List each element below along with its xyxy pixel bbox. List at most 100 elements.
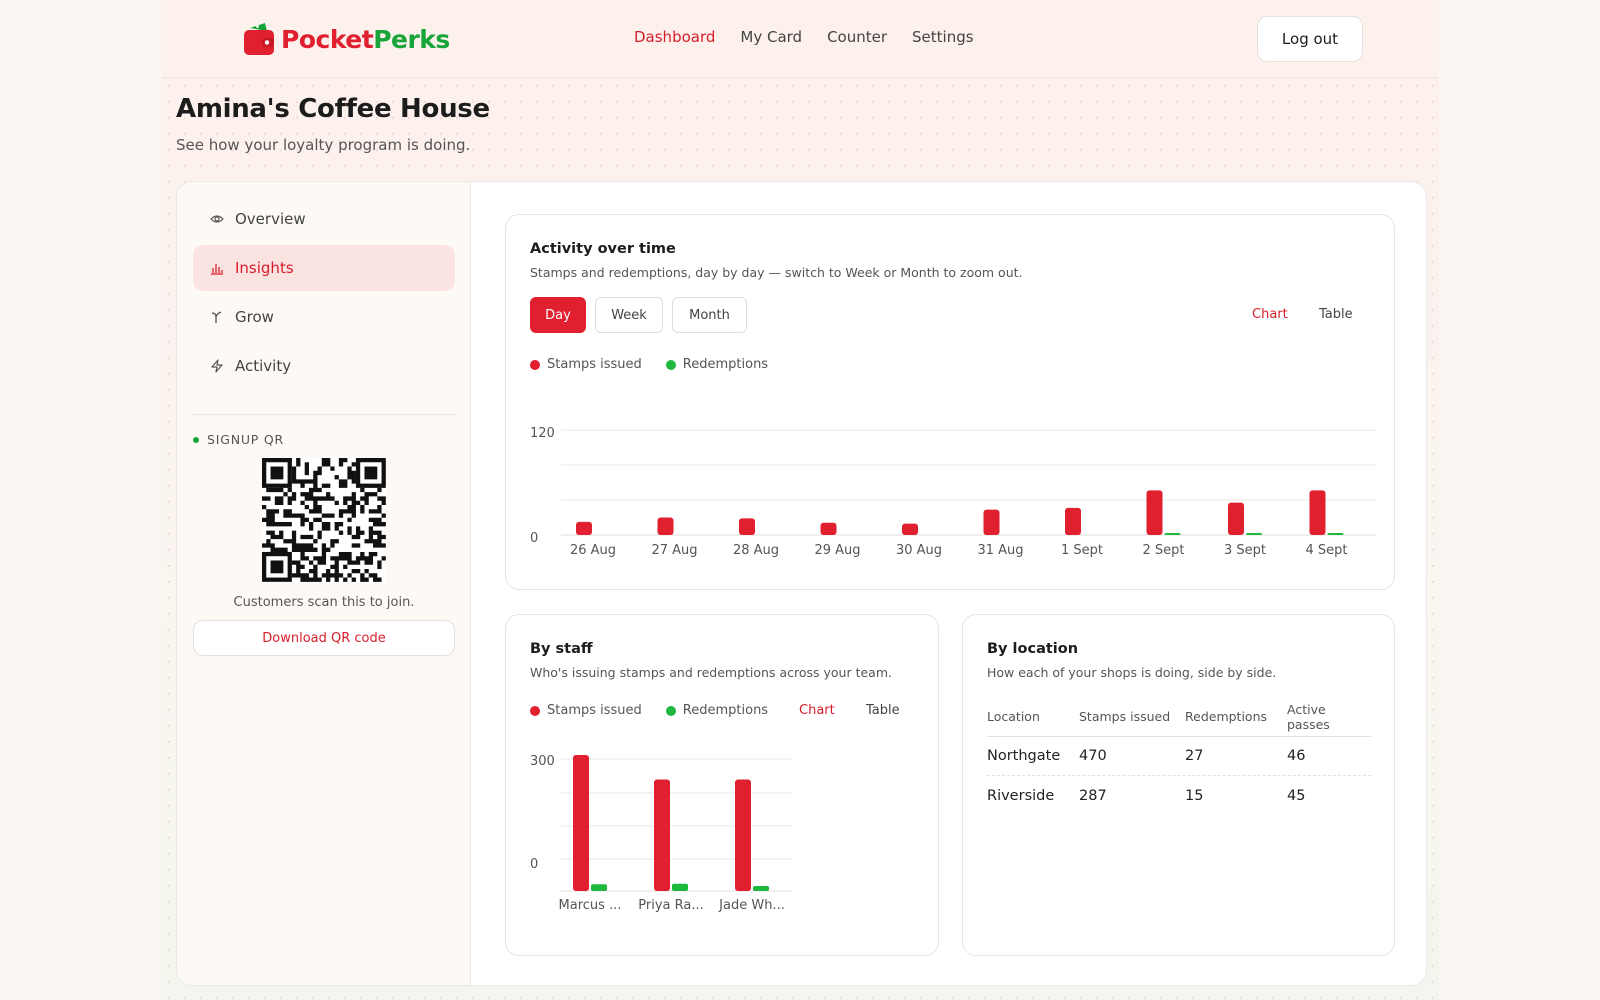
legend-label: Redemptions xyxy=(682,357,769,372)
legend-swatch xyxy=(530,705,540,716)
staff-panel: By staff Who's issuing stamps and redemp… xyxy=(505,614,939,956)
sidebar-item-activity[interactable]: Activity xyxy=(193,343,455,389)
redemptions-bar xyxy=(1164,533,1181,535)
sidebar-item-overview[interactable]: Overview xyxy=(193,196,455,242)
activity-title: Activity over time xyxy=(530,241,676,257)
x-tick-label: Jade Wh... xyxy=(718,898,785,913)
x-tick-label: 30 Aug xyxy=(896,543,942,558)
range-month-button[interactable]: Month xyxy=(672,297,747,333)
legend-label: Stamps issued xyxy=(547,357,642,372)
qr-code xyxy=(262,458,386,582)
activity-legend: Stamps issued Redemptions xyxy=(530,357,768,372)
stamps-bar xyxy=(1309,490,1326,535)
location-table: Location Stamps issued Redemptions Activ… xyxy=(987,697,1371,815)
stamps-bar xyxy=(739,518,755,535)
bar-chart-icon xyxy=(209,260,225,276)
x-tick-label: 26 Aug xyxy=(570,543,616,558)
stamps-bar xyxy=(1228,502,1244,535)
cell-active-passes: 45 xyxy=(1287,787,1306,804)
redemptions-bar xyxy=(591,884,607,891)
table-row: Northgate 470 27 46 xyxy=(987,737,1371,776)
activity-panel: Activity over time Stamps and redemption… xyxy=(505,214,1395,590)
signup-qr-label: SIGNUP QR xyxy=(193,432,284,447)
stamps-bar xyxy=(735,779,751,891)
sidebar-item-label: Insights xyxy=(235,259,294,277)
staff-legend: Stamps issued Redemptions xyxy=(530,703,768,718)
stamps-bar xyxy=(1146,490,1163,535)
table-row: Riverside 287 15 45 xyxy=(987,776,1371,815)
column-header: Active passes xyxy=(1287,701,1330,732)
sidebar-item-insights[interactable]: Insights xyxy=(193,245,455,291)
cell-stamps: 287 xyxy=(1079,787,1107,804)
sidebar-item-grow[interactable]: Grow xyxy=(193,294,455,340)
cell-active-passes: 46 xyxy=(1287,748,1306,764)
legend-label: Stamps issued xyxy=(547,703,642,718)
brand-logo[interactable]: PocketPerks xyxy=(243,22,450,56)
staff-table-toggle[interactable]: Table xyxy=(866,703,900,718)
staff-chart-toggle[interactable]: Chart xyxy=(799,703,835,718)
legend-swatch xyxy=(530,359,540,370)
qr-finder xyxy=(270,560,284,574)
column-header: Redemptions xyxy=(1185,709,1268,724)
sidebar-divider xyxy=(193,414,455,415)
range-week-button[interactable]: Week xyxy=(595,297,663,333)
x-tick-label: Marcus ... xyxy=(559,898,622,913)
sidebar-item-label: Grow xyxy=(235,308,274,326)
sprout-icon xyxy=(209,309,225,325)
stamps-bar xyxy=(1065,507,1081,535)
nav-my-card[interactable]: My Card xyxy=(740,28,802,46)
activity-subtitle: Stamps and redemptions, day by day — swi… xyxy=(530,265,1023,280)
legend-redemptions: Redemptions xyxy=(665,703,769,718)
stamps-bar xyxy=(820,522,837,535)
redemptions-bar xyxy=(753,886,769,891)
cell-location: Northgate xyxy=(987,748,1061,764)
cell-stamps: 470 xyxy=(1079,748,1107,764)
x-tick-label: 4 Sept xyxy=(1305,543,1347,558)
nav-counter[interactable]: Counter xyxy=(827,28,887,46)
nav-settings[interactable]: Settings xyxy=(912,28,974,46)
eye-icon xyxy=(209,211,225,227)
sidebar: Overview Insights Grow Activity SIGNUP Q… xyxy=(177,182,471,985)
activity-chart-toggle[interactable]: Chart xyxy=(1252,307,1288,322)
top-nav: PocketPerks Dashboard My Card Counter Se… xyxy=(161,0,1439,78)
range-day-button[interactable]: Day xyxy=(530,297,586,333)
dashboard-card: Overview Insights Grow Activity SIGNUP Q… xyxy=(176,181,1427,986)
logout-button[interactable]: Log out xyxy=(1257,16,1363,62)
redemptions-bar xyxy=(1327,533,1344,535)
cell-redemptions: 15 xyxy=(1185,787,1204,804)
qr-caption: Customers scan this to join. xyxy=(233,595,415,610)
nav-dashboard[interactable]: Dashboard xyxy=(634,28,715,46)
cell-location: Riverside xyxy=(987,787,1055,804)
stamps-bar xyxy=(983,509,1000,535)
table-header: Location Stamps issued Redemptions Activ… xyxy=(987,697,1371,737)
stamps-bar xyxy=(902,523,918,535)
redemptions-bar xyxy=(1246,533,1262,535)
staff-chart: 300 0 Marcus ... Priya Ra... Jade Wh... xyxy=(530,754,793,913)
x-tick-label: 31 Aug xyxy=(977,543,1023,558)
staff-subtitle: Who's issuing stamps and redemptions acr… xyxy=(530,665,892,680)
staff-title: By staff xyxy=(530,641,593,657)
y-tick-label: 0 xyxy=(530,531,538,546)
y-tick-label: 300 xyxy=(530,754,555,769)
legend-stamps: Stamps issued xyxy=(530,703,642,718)
qr-label-text: SIGNUP QR xyxy=(207,432,285,447)
stamps-bar xyxy=(654,779,670,891)
x-tick-label: 1 Sept xyxy=(1061,543,1103,558)
lightning-icon xyxy=(209,358,225,374)
brand-name: PocketPerks xyxy=(281,24,450,54)
activity-chart: 120 0 26 Aug 27 Aug 28 Aug 29 Aug 30 Aug 31 Aug… xyxy=(530,426,1376,558)
page-title: Amina's Coffee House xyxy=(176,94,490,124)
x-tick-label: 2 Sept xyxy=(1142,543,1184,558)
stamps-bar xyxy=(576,521,592,535)
stamps-bar xyxy=(573,755,589,891)
x-tick-label: 28 Aug xyxy=(733,543,779,558)
activity-table-toggle[interactable]: Table xyxy=(1319,307,1353,322)
x-tick-label: 29 Aug xyxy=(814,543,860,558)
y-tick-label: 120 xyxy=(530,426,555,441)
legend-swatch xyxy=(665,359,676,370)
legend-label: Redemptions xyxy=(682,703,769,718)
wallet-icon xyxy=(243,22,275,56)
column-header: Stamps issued xyxy=(1079,709,1171,724)
y-tick-label: 0 xyxy=(530,857,538,872)
download-qr-button[interactable]: Download QR code xyxy=(193,620,455,656)
